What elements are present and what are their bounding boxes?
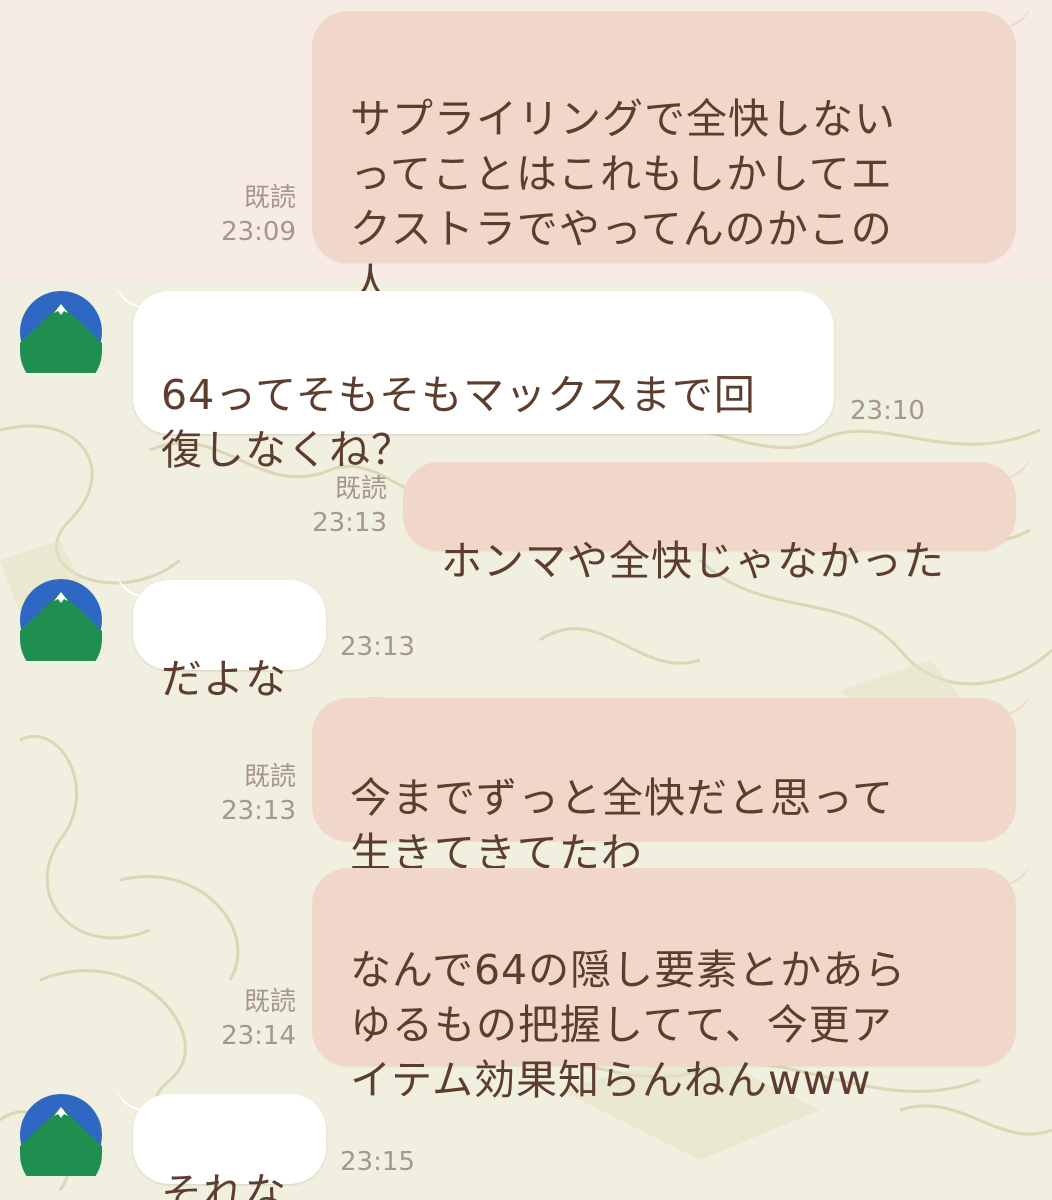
received-message-bubble[interactable]: 64ってそもそもマックスまで回 復しなくね？ — [133, 291, 834, 474]
message-meta: 23:13 — [340, 630, 460, 664]
message-text: なんで64の隠し要素とかあら ゆるもの把握してて、今更ア イテム効果知らんねんw… — [350, 946, 907, 1104]
message-text: ホンマや全快じゃなかった — [441, 537, 945, 585]
sent-message-bubble[interactable]: ホンマや全快じゃなかった — [403, 462, 1016, 585]
bubble-tail — [1000, 459, 1030, 479]
bubble-tail — [117, 577, 147, 597]
message-text: だよな — [161, 655, 287, 703]
sent-message-bubble[interactable]: サプライリングで全快しない ってことはこれもしかしてエ クストラでやってんのかこ… — [312, 11, 1016, 308]
sent-message-bubble[interactable]: 今までずっと全快だと思って 生きてきてたわ — [312, 698, 1016, 877]
timestamp: 23:15 — [340, 1147, 415, 1177]
message-meta: 既読 23:13 — [267, 472, 387, 540]
message-text: それな — [161, 1169, 287, 1200]
read-receipt: 既読 — [243, 183, 296, 213]
bubble-tail — [1000, 865, 1030, 885]
message-meta: 既読 23:09 — [176, 181, 296, 249]
timestamp: 23:14 — [221, 1021, 296, 1051]
message-meta: 既読 23:13 — [176, 760, 296, 828]
contact-avatar-icon[interactable] — [20, 1094, 102, 1176]
bubble-tail — [1000, 8, 1030, 28]
received-message-bubble[interactable]: それな — [133, 1094, 326, 1200]
timestamp: 23:09 — [221, 217, 296, 247]
bubble-tail — [117, 1091, 147, 1111]
contact-avatar-icon[interactable] — [20, 291, 102, 373]
received-message-bubble[interactable]: だよな — [133, 580, 326, 703]
read-receipt: 既読 — [334, 474, 387, 504]
timestamp: 23:13 — [221, 796, 296, 826]
message-meta: 23:10 — [850, 394, 970, 428]
message-meta: 23:15 — [340, 1145, 460, 1179]
timestamp: 23:13 — [312, 508, 387, 538]
message-meta: 既読 23:14 — [176, 985, 296, 1053]
timestamp: 23:10 — [850, 396, 925, 426]
sent-message-bubble[interactable]: なんで64の隠し要素とかあら ゆるもの把握してて、今更ア イテム効果知らんねんw… — [312, 868, 1016, 1104]
chat-screen: 既読 23:09 サプライリングで全快しない ってことはこれもしかしてエ クスト… — [0, 0, 1052, 1200]
bubble-tail — [1000, 695, 1030, 715]
read-receipt: 既読 — [243, 987, 296, 1017]
contact-avatar-icon[interactable] — [20, 579, 102, 661]
timestamp: 23:13 — [340, 632, 415, 662]
read-receipt: 既読 — [243, 762, 296, 792]
bubble-tail — [117, 288, 147, 308]
